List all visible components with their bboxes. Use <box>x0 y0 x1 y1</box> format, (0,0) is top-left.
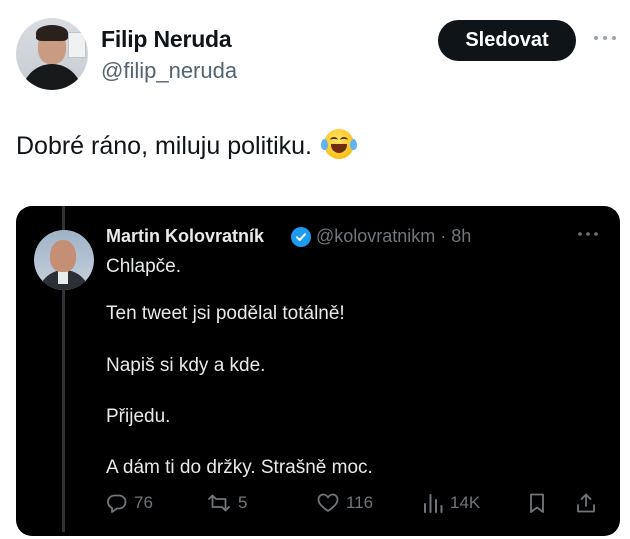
tweet-header: Filip Neruda @filip_neruda Sledovat <box>0 0 630 100</box>
author-handle[interactable]: @filip_neruda <box>101 58 237 84</box>
verified-badge-icon <box>291 227 311 247</box>
quoted-text-line: Napiš si kdy a kde. <box>106 355 266 376</box>
reply-icon <box>106 492 128 514</box>
views-action[interactable]: 14K <box>422 492 480 514</box>
avatar-background <box>68 32 86 58</box>
repost-icon <box>206 492 232 514</box>
quoted-text-line: Přijedu. <box>106 406 171 427</box>
quoted-author-name[interactable]: Martin Kolovratník <box>106 226 264 247</box>
bookmark-button[interactable] <box>527 492 547 514</box>
repost-action[interactable]: 5 <box>206 492 247 514</box>
quoted-text-line: Ten tweet jsi podělal totálně! <box>106 303 345 324</box>
share-icon <box>575 492 597 514</box>
author-display-name[interactable]: Filip Neruda <box>101 26 232 53</box>
share-button[interactable] <box>575 492 597 514</box>
repost-count: 5 <box>238 493 248 512</box>
views-count: 14K <box>450 493 481 512</box>
follow-button[interactable]: Sledovat <box>438 20 576 61</box>
quoted-handle-time[interactable]: @kolovratnikm · 8h <box>316 226 471 247</box>
reply-count: 76 <box>134 493 153 512</box>
avatar-hair <box>36 25 68 41</box>
quoted-author-avatar[interactable] <box>34 230 94 290</box>
avatar-shirt <box>22 64 82 90</box>
heart-icon <box>316 492 340 514</box>
quoted-ellipsis-icon[interactable] <box>577 225 599 246</box>
tears-of-joy-emoji-icon <box>320 128 357 160</box>
author-avatar[interactable] <box>16 18 88 90</box>
analytics-icon <box>422 492 444 514</box>
like-action[interactable]: 116 <box>316 492 373 514</box>
tweet-body: Dobré ráno, miluju politiku. <box>16 128 357 161</box>
reply-action[interactable]: 76 <box>106 492 153 514</box>
like-count: 116 <box>346 493 374 512</box>
ellipsis-icon[interactable] <box>592 28 618 48</box>
tweet-text: Dobré ráno, miluju politiku. <box>16 132 312 160</box>
quoted-text-line: A dám ti do držky. Strašně moc. <box>106 457 373 478</box>
bookmark-icon <box>527 492 547 514</box>
quoted-text-line: Chlapče. <box>106 256 181 277</box>
